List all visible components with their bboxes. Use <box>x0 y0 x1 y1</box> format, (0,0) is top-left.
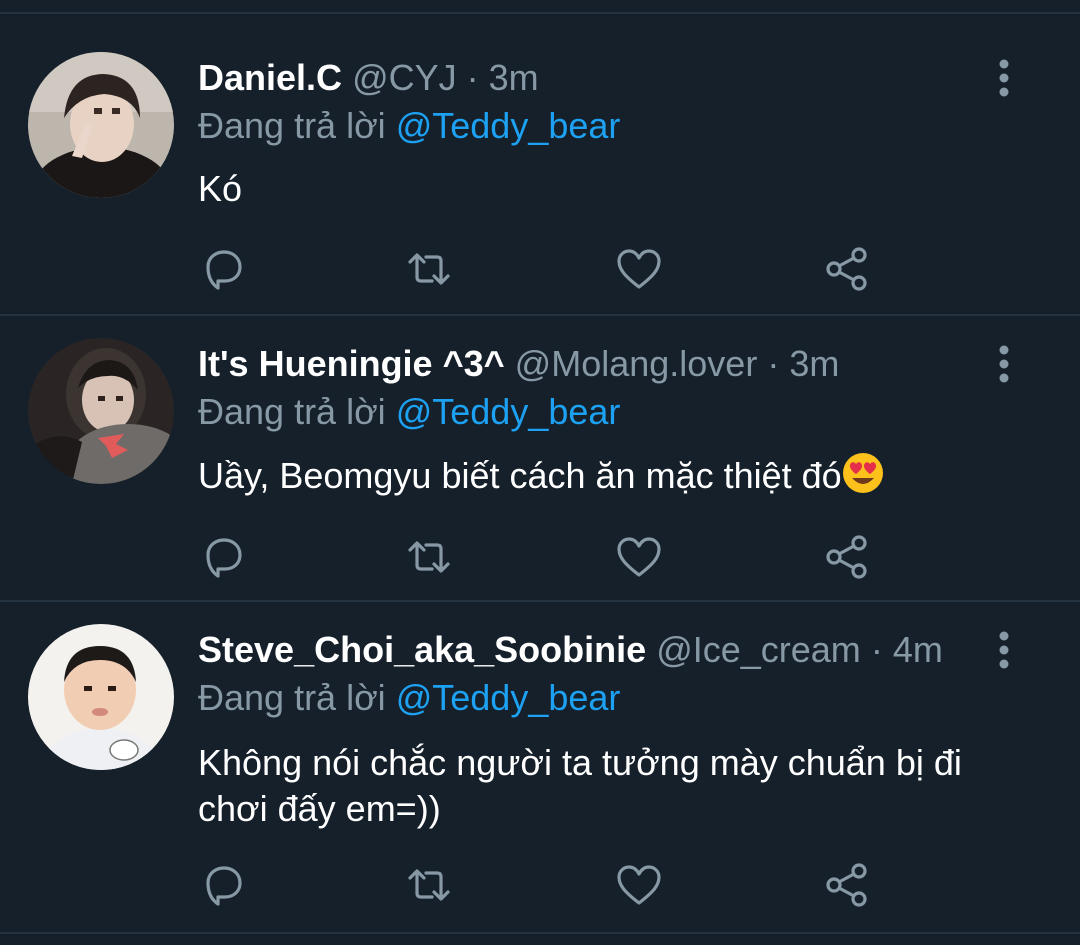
author-name[interactable]: Steve_Choi_aka_Soobinie <box>198 629 646 670</box>
reply-icon <box>206 866 242 906</box>
tweet-item[interactable]: Steve_Choi_aka_Soobinie @Ice_cream · 4m … <box>0 602 1080 932</box>
replying-to-line: Đang trả lời @Teddy_bear <box>198 674 620 722</box>
replying-to-label: Đang trả lời <box>198 391 386 432</box>
tweet-item[interactable]: Daniel.C @CYJ · 3m Đang trả lời @Teddy_b… <box>0 14 1080 314</box>
tweet-header: It's Hueningie ^3^ @Molang.lover · 3m <box>198 340 970 388</box>
share-button[interactable] <box>822 244 872 294</box>
separator-dot: · <box>767 343 780 384</box>
like-button[interactable] <box>614 244 664 294</box>
retweet-icon <box>408 541 450 573</box>
author-handle[interactable]: @CYJ <box>352 57 457 98</box>
share-button[interactable] <box>822 532 872 582</box>
timestamp[interactable]: 3m <box>789 343 839 384</box>
timestamp[interactable]: 4m <box>893 629 943 670</box>
retweet-button[interactable] <box>404 860 454 910</box>
tweet-header: Steve_Choi_aka_Soobinie @Ice_cream · 4m <box>198 626 970 674</box>
separator-dot: · <box>466 57 479 98</box>
retweet-icon <box>408 869 450 901</box>
divider <box>0 932 1080 934</box>
share-button[interactable] <box>822 860 872 910</box>
author-name[interactable]: It's Hueningie ^3^ <box>198 343 505 384</box>
retweet-button[interactable] <box>404 532 454 582</box>
tweet-header: Daniel.C @CYJ · 3m <box>198 54 970 102</box>
mention-link[interactable]: @Teddy_bear <box>396 677 621 718</box>
avatar[interactable] <box>28 624 174 770</box>
separator-dot: · <box>870 629 883 670</box>
more-options-button[interactable] <box>986 626 1022 674</box>
more-vertical-icon <box>999 345 1009 383</box>
tweet-text-content: Uầy, Beomgyu biết cách ăn mặc thiệt đó <box>198 455 842 496</box>
avatar[interactable] <box>28 52 174 198</box>
reply-icon <box>206 250 242 290</box>
like-icon <box>617 865 661 905</box>
like-icon <box>617 537 661 577</box>
author-name[interactable]: Daniel.C <box>198 57 342 98</box>
retweet-button[interactable] <box>404 244 454 294</box>
share-icon <box>826 863 867 907</box>
reply-icon <box>206 538 242 578</box>
like-icon <box>617 249 661 289</box>
more-vertical-icon <box>999 631 1009 669</box>
reply-button[interactable] <box>198 860 248 910</box>
more-vertical-icon <box>999 59 1009 97</box>
replying-to-label: Đang trả lời <box>198 677 386 718</box>
author-handle[interactable]: @Molang.lover <box>515 343 758 384</box>
replying-to-line: Đang trả lời @Teddy_bear <box>198 388 620 436</box>
mention-link[interactable]: @Teddy_bear <box>396 391 621 432</box>
more-options-button[interactable] <box>986 340 1022 388</box>
share-icon <box>826 247 867 291</box>
more-options-button[interactable] <box>986 54 1022 102</box>
mention-link[interactable]: @Teddy_bear <box>396 105 621 146</box>
share-icon <box>826 535 867 579</box>
like-button[interactable] <box>614 860 664 910</box>
author-handle[interactable]: @Ice_cream <box>656 629 861 670</box>
tweet-text: Kó <box>198 168 243 209</box>
replying-to-line: Đang trả lời @Teddy_bear <box>198 102 620 150</box>
avatar[interactable] <box>28 338 174 484</box>
retweet-icon <box>408 253 450 285</box>
tweet-text: Uầy, Beomgyu biết cách ăn mặc thiệt đó <box>198 452 1018 505</box>
timestamp[interactable]: 3m <box>489 57 539 98</box>
replying-to-label: Đang trả lời <box>198 105 386 146</box>
reply-button[interactable] <box>198 244 248 294</box>
like-button[interactable] <box>614 532 664 582</box>
heart-eyes-emoji <box>842 452 884 505</box>
tweet-item[interactable]: It's Hueningie ^3^ @Molang.lover · 3m Đa… <box>0 316 1080 600</box>
reply-button[interactable] <box>198 532 248 582</box>
tweet-text: Không nói chắc người ta tưởng mày chuẩn … <box>198 742 962 829</box>
